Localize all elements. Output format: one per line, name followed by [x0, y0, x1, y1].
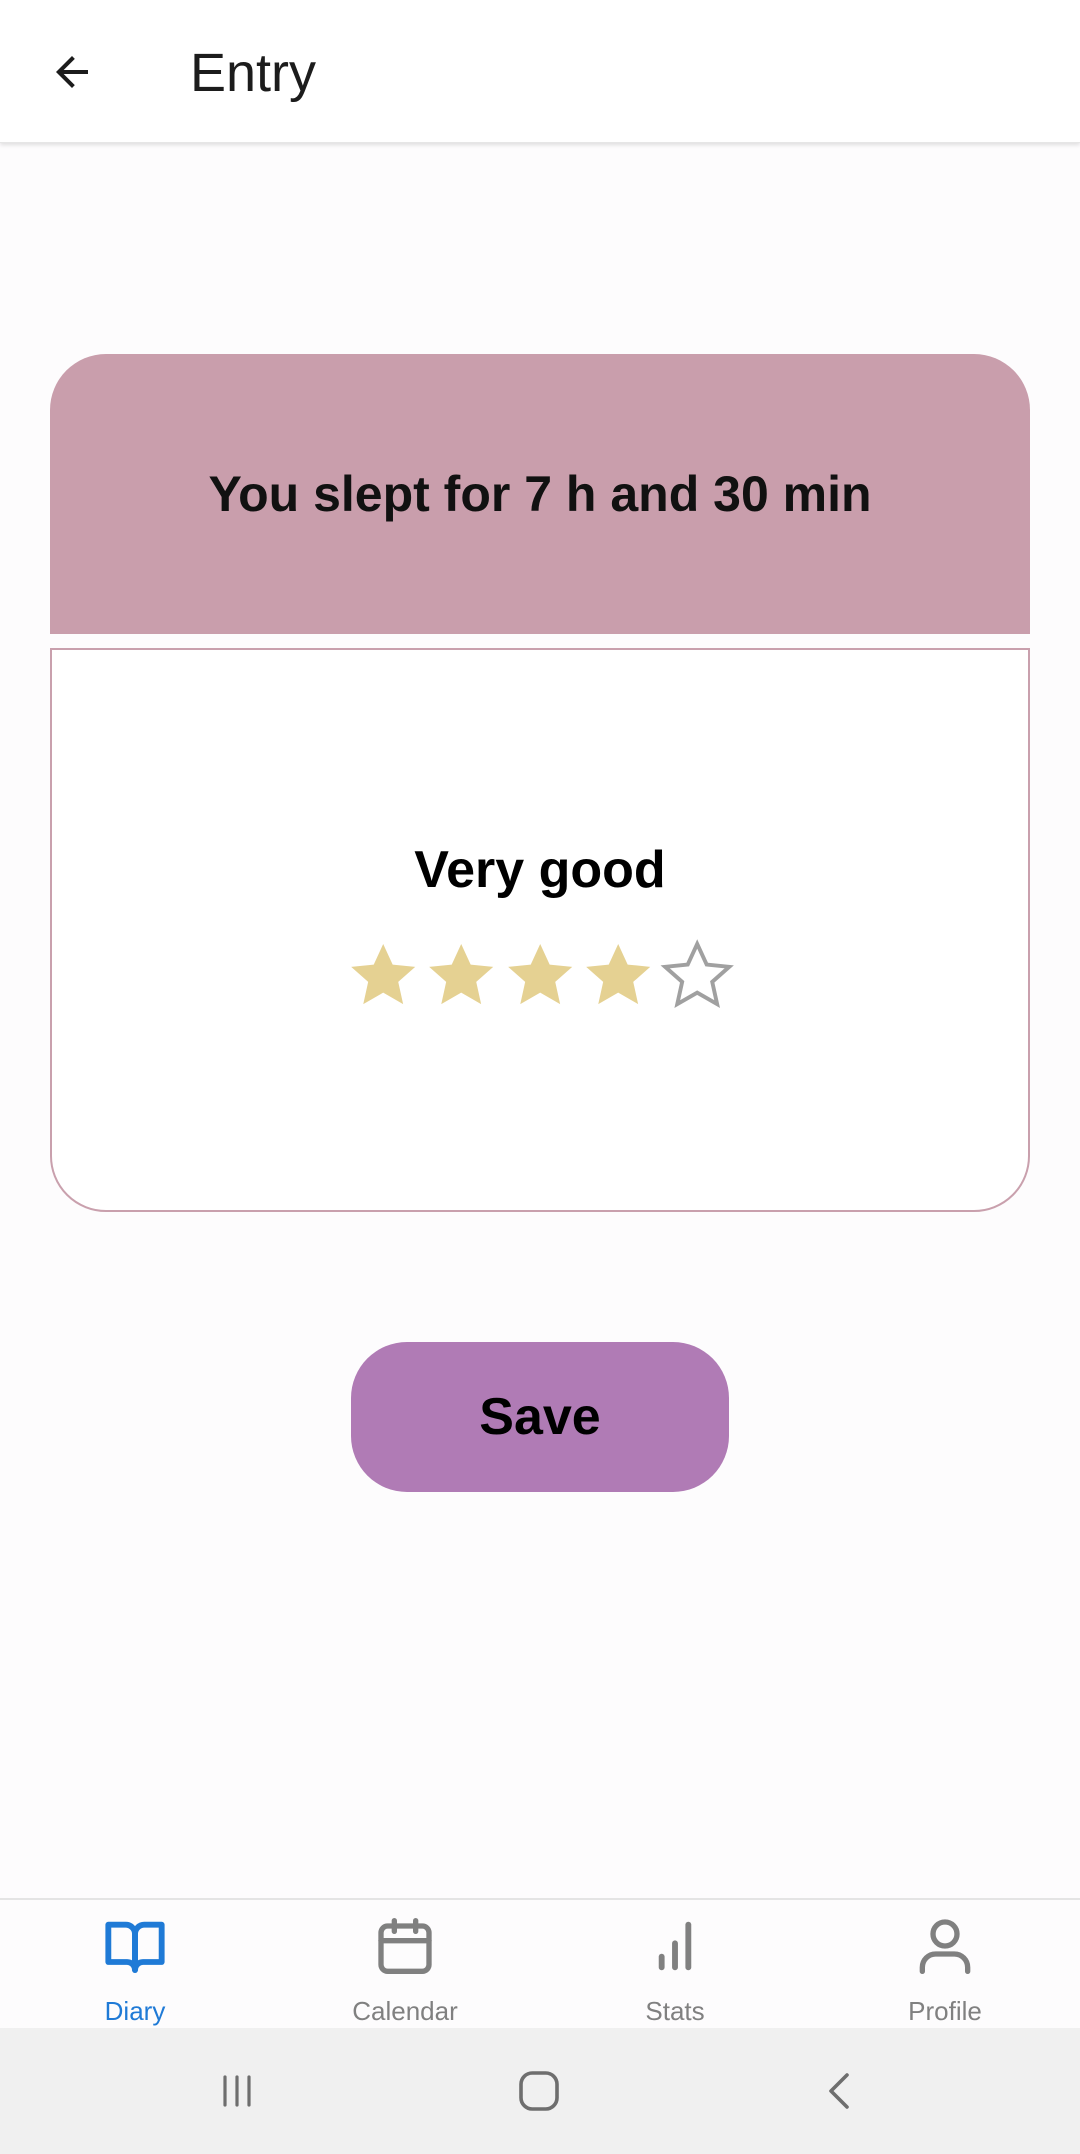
nav-label-diary: Diary [104, 1996, 166, 2026]
sleep-summary-card: You slept for 7 h and 30 min [50, 354, 1030, 634]
star-icon-4[interactable] [579, 936, 657, 1016]
home-icon [519, 2071, 559, 2111]
star-icon-1[interactable] [344, 936, 422, 1016]
sleep-duration-text: You slept for 7 h and 30 min [208, 466, 872, 522]
star-icon-5[interactable] [658, 936, 736, 1016]
home-button[interactable] [504, 2056, 574, 2126]
page-title: Entry [190, 43, 317, 103]
calendar-icon [378, 1918, 432, 1974]
person-icon [919, 1919, 971, 1974]
nav-item-diary[interactable]: Diary [0, 1900, 270, 2030]
system-back-button[interactable] [806, 2056, 876, 2126]
bar-chart-icon [658, 1921, 692, 1971]
back-button[interactable] [36, 36, 108, 108]
nav-label-stats: Stats [645, 1996, 705, 2026]
recent-apps-icon [223, 2075, 251, 2107]
recent-apps-button[interactable] [202, 2056, 272, 2126]
app-bar: Entry [0, 0, 1080, 143]
star-icon-2[interactable] [422, 936, 500, 1016]
save-button[interactable]: Save [351, 1342, 729, 1492]
rating-label: Very good [414, 841, 666, 899]
bottom-navigation: Diary Calendar Stats Profile [0, 1898, 1080, 2030]
book-icon [105, 1921, 165, 1973]
nav-label-profile: Profile [908, 1996, 982, 2026]
nav-item-profile[interactable]: Profile [810, 1900, 1080, 2030]
nav-item-calendar[interactable]: Calendar [270, 1900, 540, 2030]
chevron-left-icon [829, 2073, 849, 2109]
nav-label-calendar: Calendar [352, 1996, 458, 2026]
star-rating [344, 936, 736, 1016]
system-navigation-bar [0, 2028, 1080, 2154]
star-icon-3[interactable] [501, 936, 579, 1016]
rating-card: Very good [50, 648, 1030, 1212]
nav-item-stats[interactable]: Stats [540, 1900, 810, 2030]
arrow-back-icon [56, 56, 88, 88]
